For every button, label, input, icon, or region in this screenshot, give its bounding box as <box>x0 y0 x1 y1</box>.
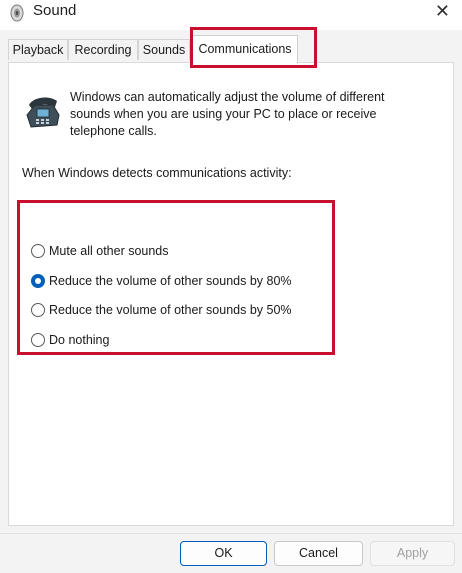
speaker-icon <box>10 4 24 22</box>
telephone-icon <box>26 97 60 128</box>
radio-button[interactable] <box>31 333 45 347</box>
option-label: Do nothing <box>49 333 110 347</box>
tab-sounds[interactable]: Sounds <box>138 39 190 60</box>
ok-button[interactable]: OK <box>180 541 267 566</box>
tab-communications[interactable]: Communications <box>192 35 298 63</box>
apply-button[interactable]: Apply <box>370 541 455 566</box>
cancel-button[interactable]: Cancel <box>274 541 363 566</box>
radio-button-selected[interactable] <box>31 274 45 288</box>
option-do-nothing[interactable]: Do nothing <box>31 330 109 350</box>
dialog-body: Playback Recording Sounds Communications… <box>0 30 462 533</box>
communications-description: Windows can automatically adjust the vol… <box>70 90 385 138</box>
tab-strip: Playback Recording Sounds Communications <box>0 30 462 63</box>
option-mute-all[interactable]: Mute all other sounds <box>31 241 169 261</box>
tab-recording[interactable]: Recording <box>68 39 138 60</box>
option-label: Reduce the volume of other sounds by 50% <box>49 303 292 317</box>
option-reduce-50[interactable]: Reduce the volume of other sounds by 50% <box>31 300 292 320</box>
option-reduce-80[interactable]: Reduce the volume of other sounds by 80% <box>31 271 292 291</box>
radio-button[interactable] <box>31 303 45 317</box>
tab-playback[interactable]: Playback <box>8 39 68 60</box>
title-bar: Sound ✕ <box>0 0 462 30</box>
option-label: Reduce the volume of other sounds by 80% <box>49 274 292 288</box>
button-bar: OK Cancel Apply <box>0 533 462 573</box>
option-label: Mute all other sounds <box>49 244 169 258</box>
communications-panel: Windows can automatically adjust the vol… <box>8 62 454 526</box>
detects-label: When Windows detects communications acti… <box>22 166 292 180</box>
radio-button[interactable] <box>31 244 45 258</box>
window-title: Sound <box>33 2 77 19</box>
close-icon[interactable]: ✕ <box>435 1 450 21</box>
